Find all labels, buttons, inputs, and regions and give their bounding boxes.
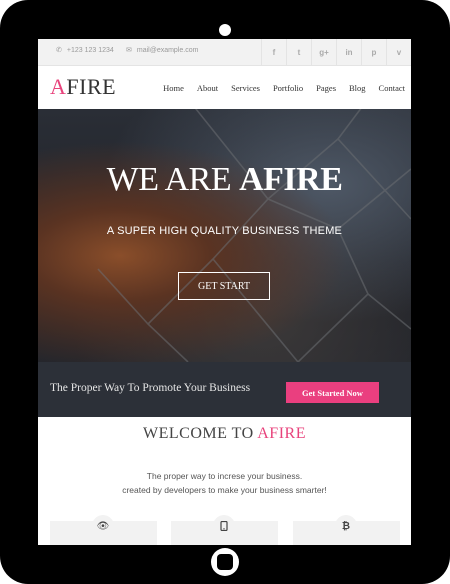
welcome-title-accent: AFIRE: [257, 425, 306, 442]
nav-blog[interactable]: Blog: [349, 83, 366, 93]
get-started-now-button[interactable]: Get Started Now: [286, 382, 379, 403]
nav-pages[interactable]: Pages: [316, 83, 336, 93]
social-links: f t g+ in p v: [261, 39, 411, 65]
site-logo[interactable]: AFIRE: [50, 74, 116, 100]
bitcoin-icon: ₿: [335, 515, 357, 537]
nav-services[interactable]: Services: [231, 83, 260, 93]
welcome-section: WELCOME TO AFIRE The proper way to incre…: [38, 417, 411, 545]
promo-bar: The Proper Way To Promote Your Business …: [38, 362, 411, 417]
vimeo-icon[interactable]: v: [386, 39, 411, 65]
phone-contact: ✆ +123 123 1234: [56, 46, 114, 55]
pinterest-icon[interactable]: p: [361, 39, 386, 65]
logo-accent: A: [50, 74, 67, 99]
main-navbar: AFIRE Home About Services Portfolio Page…: [38, 66, 411, 110]
feature-card[interactable]: ₿: [293, 515, 400, 545]
logo-text: FIRE: [66, 74, 117, 99]
phone-icon: ✆: [56, 47, 62, 54]
welcome-title-plain: WELCOME TO: [143, 425, 258, 442]
nav-menu: Home About Services Portfolio Pages Blog…: [150, 66, 405, 109]
hero-title-bold: AFIRE: [239, 161, 343, 198]
eye-icon: 👁: [92, 515, 114, 537]
promo-text: The Proper Way To Promote Your Business: [50, 382, 251, 394]
hero-title: WE ARE AFIRE: [38, 161, 411, 199]
hero-title-light: WE ARE: [106, 161, 240, 198]
welcome-title: WELCOME TO AFIRE: [38, 425, 411, 443]
google-plus-icon[interactable]: g+: [311, 39, 336, 65]
welcome-line-1: The proper way to increse your business.: [146, 471, 303, 481]
feature-card[interactable]: 👁: [50, 515, 157, 545]
top-bar: ✆ +123 123 1234 ✉ mail@example.com f t g…: [38, 39, 411, 66]
email-contact[interactable]: ✉ mail@example.com: [126, 46, 199, 55]
nav-portfolio[interactable]: Portfolio: [273, 83, 303, 93]
email-address[interactable]: mail@example.com: [137, 47, 199, 54]
website-screen: ✆ +123 123 1234 ✉ mail@example.com f t g…: [38, 39, 411, 545]
envelope-icon: ✉: [126, 47, 132, 54]
hero-banner: WE ARE AFIRE A SUPER HIGH QUALITY BUSINE…: [38, 109, 411, 362]
home-button[interactable]: [211, 548, 239, 576]
camera-icon: [219, 24, 231, 36]
nav-home[interactable]: Home: [163, 83, 184, 93]
nav-contact[interactable]: Contact: [379, 83, 405, 93]
feature-card[interactable]: [171, 515, 278, 545]
facebook-icon[interactable]: f: [261, 39, 286, 65]
tablet-frame: ✆ +123 123 1234 ✉ mail@example.com f t g…: [0, 0, 450, 584]
get-start-button[interactable]: GET START: [178, 272, 270, 300]
welcome-line-2: created by developers to make your busin…: [122, 485, 327, 495]
hero-subtitle: A SUPER HIGH QUALITY BUSINESS THEME: [106, 225, 343, 237]
linkedin-icon[interactable]: in: [336, 39, 361, 65]
tablet-icon: [213, 515, 235, 537]
nav-about[interactable]: About: [197, 83, 218, 93]
phone-number: +123 123 1234: [66, 46, 114, 54]
twitter-icon[interactable]: t: [286, 39, 311, 65]
